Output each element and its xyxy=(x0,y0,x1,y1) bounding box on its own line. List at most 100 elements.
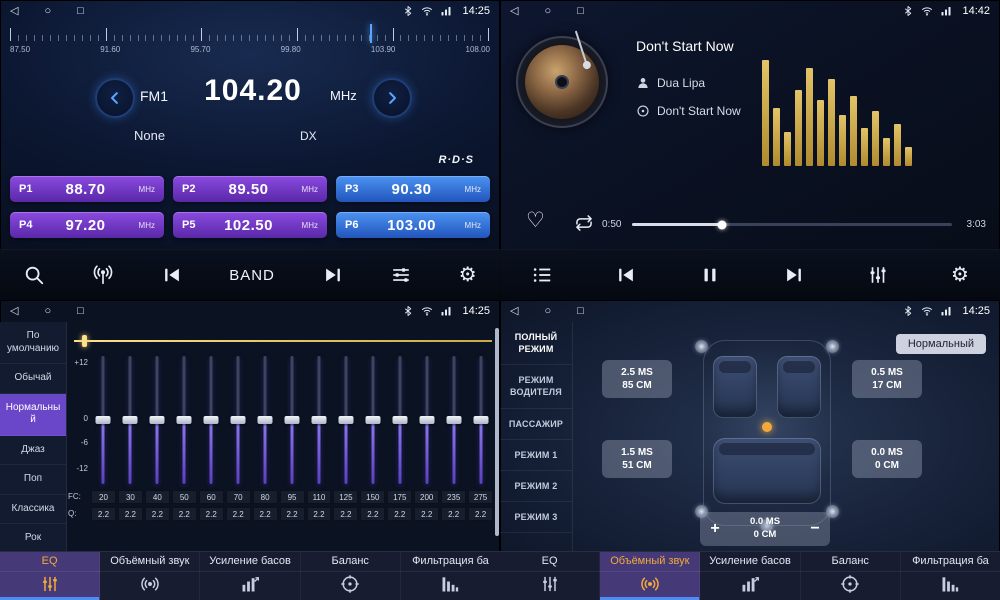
back-icon[interactable]: ◁ xyxy=(10,6,18,17)
eq-preset-item[interactable]: Поп xyxy=(0,465,66,495)
frequency-ruler[interactable]: 87.5091.6095.7099.80103.90108.00 xyxy=(10,26,490,60)
preset-button-p4[interactable]: P497.20MHz xyxy=(10,212,164,238)
eq-preset-item[interactable]: Джаз xyxy=(0,436,66,466)
scrollbar[interactable] xyxy=(495,328,499,536)
tab-filter[interactable]: Фильтрация ба xyxy=(401,552,500,600)
seek-up-button[interactable] xyxy=(372,78,412,118)
eq-preset-item[interactable]: Нормальный xyxy=(0,394,66,436)
surround-mode-item[interactable]: РЕЖИМ 2 xyxy=(500,471,572,502)
preset-button-p1[interactable]: P188.70MHz xyxy=(10,176,164,202)
eq-slider-knob[interactable] xyxy=(177,416,192,424)
eq-band-column[interactable]: 2752.2 xyxy=(467,356,494,521)
eq-band-column[interactable]: 1102.2 xyxy=(306,356,333,521)
preset-button-p3[interactable]: P390.30MHz xyxy=(336,176,490,202)
next-track-button[interactable] xyxy=(777,263,811,287)
recents-icon[interactable]: □ xyxy=(577,306,584,317)
home-icon[interactable]: ○ xyxy=(44,306,51,317)
eq-slider-knob[interactable] xyxy=(150,416,165,424)
tab-filter[interactable]: Фильтрация ба xyxy=(901,552,1000,600)
eq-band-slider[interactable] xyxy=(306,356,333,484)
eq-preset-item[interactable]: По умолчанию xyxy=(0,322,66,364)
eq-band-slider[interactable] xyxy=(413,356,440,484)
seek-bar[interactable] xyxy=(632,223,952,226)
seek-down-button[interactable] xyxy=(95,78,135,118)
tab-surround[interactable]: Объёмный звук xyxy=(100,552,200,600)
eq-band-slider[interactable] xyxy=(467,356,494,484)
eq-band-slider[interactable] xyxy=(252,356,279,484)
settings-button[interactable]: ⚙ xyxy=(453,264,483,286)
eq-band-column[interactable]: 802.2 xyxy=(252,356,279,521)
eq-band-slider[interactable] xyxy=(440,356,467,484)
eq-band-slider[interactable] xyxy=(117,356,144,484)
tab-balance[interactable]: Баланс xyxy=(801,552,901,600)
eq-band-column[interactable]: 702.2 xyxy=(225,356,252,521)
delay-rear-left[interactable]: 1.5 MS 51 CM xyxy=(602,440,672,478)
delay-increase-button[interactable]: + xyxy=(700,519,730,539)
speaker-front-left-icon[interactable] xyxy=(695,340,708,353)
tab-eq[interactable]: EQ xyxy=(0,552,100,600)
back-icon[interactable]: ◁ xyxy=(510,306,518,317)
delay-front-left[interactable]: 2.5 MS 85 CM xyxy=(602,360,672,398)
next-station-button[interactable] xyxy=(316,263,350,287)
playlist-button[interactable] xyxy=(525,263,559,287)
settings-button[interactable]: ⚙ xyxy=(945,264,975,286)
eq-band-column[interactable]: 952.2 xyxy=(279,356,306,521)
preset-button-p5[interactable]: P5102.50MHz xyxy=(173,212,327,238)
tab-bass-boost[interactable]: Усиление басов xyxy=(700,552,800,600)
eq-slider-knob[interactable] xyxy=(204,416,219,424)
eq-band-slider[interactable] xyxy=(171,356,198,484)
tab-surround[interactable]: Объёмный звук xyxy=(600,552,700,600)
band-button[interactable]: BAND xyxy=(223,266,281,285)
eq-band-column[interactable]: 502.2 xyxy=(171,356,198,521)
back-icon[interactable]: ◁ xyxy=(510,6,518,17)
audio-settings-button[interactable] xyxy=(384,263,418,287)
recents-icon[interactable]: □ xyxy=(77,306,84,317)
eq-slider-knob[interactable] xyxy=(446,416,461,424)
eq-band-slider[interactable] xyxy=(386,356,413,484)
seek-bar-knob[interactable] xyxy=(717,220,726,229)
broadcast-button[interactable] xyxy=(86,263,120,287)
eq-slider-knob[interactable] xyxy=(285,416,300,424)
eq-band-column[interactable]: 1502.2 xyxy=(359,356,386,521)
eq-slider-knob[interactable] xyxy=(338,416,353,424)
recents-icon[interactable]: □ xyxy=(77,6,84,17)
eq-slider-knob[interactable] xyxy=(311,416,326,424)
eq-slider-knob[interactable] xyxy=(96,416,111,424)
master-level-slider[interactable] xyxy=(74,340,492,342)
eq-slider-knob[interactable] xyxy=(392,416,407,424)
eq-band-slider[interactable] xyxy=(332,356,359,484)
eq-slider-knob[interactable] xyxy=(365,416,380,424)
surround-mode-item[interactable]: РЕЖИМ ВОДИТЕЛЯ xyxy=(500,365,572,408)
delay-decrease-button[interactable]: − xyxy=(800,519,830,539)
tab-eq[interactable]: EQ xyxy=(500,552,600,600)
eq-band-column[interactable]: 1752.2 xyxy=(386,356,413,521)
pause-button[interactable] xyxy=(693,263,727,287)
tab-bass-boost[interactable]: Усиление басов xyxy=(200,552,300,600)
repeat-button[interactable] xyxy=(574,213,594,233)
eq-band-column[interactable]: 402.2 xyxy=(144,356,171,521)
preset-button-p2[interactable]: P289.50MHz xyxy=(173,176,327,202)
delay-front-right[interactable]: 0.5 MS 17 CM xyxy=(852,360,922,398)
master-level-knob[interactable] xyxy=(82,335,87,347)
eq-slider-knob[interactable] xyxy=(231,416,246,424)
scan-search-button[interactable] xyxy=(17,263,51,287)
home-icon[interactable]: ○ xyxy=(544,6,551,17)
favorite-button[interactable]: ♡ xyxy=(526,208,545,233)
delay-rear-right[interactable]: 0.0 MS 0 CM xyxy=(852,440,922,478)
eq-band-column[interactable]: 602.2 xyxy=(198,356,225,521)
eq-band-column[interactable]: 2352.2 xyxy=(440,356,467,521)
eq-slider-knob[interactable] xyxy=(419,416,434,424)
eq-slider-knob[interactable] xyxy=(473,416,488,424)
surround-mode-item[interactable]: РЕЖИМ 3 xyxy=(500,502,572,533)
previous-track-button[interactable] xyxy=(609,263,643,287)
eq-preset-item[interactable]: Классика xyxy=(0,495,66,525)
surround-mode-item[interactable]: РЕЖИМ 1 xyxy=(500,440,572,471)
eq-slider-knob[interactable] xyxy=(258,416,273,424)
eq-band-column[interactable]: 2002.2 xyxy=(413,356,440,521)
eq-band-column[interactable]: 1252.2 xyxy=(332,356,359,521)
speaker-front-right-icon[interactable] xyxy=(826,340,839,353)
recents-icon[interactable]: □ xyxy=(577,6,584,17)
tab-balance[interactable]: Баланс xyxy=(301,552,401,600)
eq-slider-knob[interactable] xyxy=(123,416,138,424)
listening-position-dot[interactable] xyxy=(762,422,772,432)
